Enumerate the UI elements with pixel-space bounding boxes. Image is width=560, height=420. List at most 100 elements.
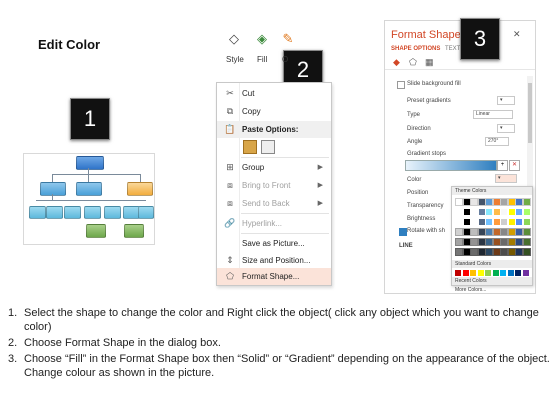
paste-keep-formatting-icon[interactable] <box>243 140 257 154</box>
scissors-icon: ✂ <box>226 88 234 98</box>
menu-item-save-as-picture[interactable]: Save as Picture... <box>217 235 331 252</box>
bring-front-icon: ⧈ <box>227 180 233 190</box>
paste-picture-icon[interactable] <box>261 140 275 154</box>
theme-color-swatch[interactable] <box>522 198 531 206</box>
menu-item-label: Save as Picture... <box>242 239 305 248</box>
brightness-label: Brightness <box>407 216 436 222</box>
org-node-level4[interactable] <box>86 224 106 238</box>
fill-line-icon[interactable]: ◆ <box>393 57 400 68</box>
org-node-level3[interactable] <box>46 206 63 219</box>
submenu-arrow-icon: ▶ <box>317 164 323 171</box>
menu-item-hyperlink[interactable]: 🔗 Hyperlink... <box>217 215 331 232</box>
rotate-with-shape-checkbox[interactable] <box>399 228 407 236</box>
menu-item-label: Send to Back <box>242 199 290 208</box>
theme-color-swatch[interactable] <box>522 238 531 246</box>
menu-item-bring-to-front[interactable]: ⧈ Bring to Front ▶ <box>217 177 331 194</box>
standard-colors-header: Standard Colors <box>452 260 532 268</box>
menu-item-copy[interactable]: ⧉ Copy <box>217 103 331 120</box>
connector-line <box>52 174 53 182</box>
instruction-step-2: 2. Choose Format Shape in the dialog box… <box>8 337 221 349</box>
type-dropdown[interactable]: Linear <box>473 110 513 119</box>
preset-gradients-dropdown[interactable]: ▾ <box>497 96 515 105</box>
ribbon-style-label[interactable]: Style <box>226 55 244 64</box>
color-label: Color <box>407 177 422 183</box>
tab-shape-options[interactable]: SHAPE OPTIONS <box>391 46 440 52</box>
line-section-header[interactable]: LINE <box>399 243 413 249</box>
menu-item-paste-options: 📋 Paste Options: <box>217 121 331 138</box>
gradient-stops-label: Gradient stops <box>407 151 447 157</box>
menu-item-label: Bring to Front <box>242 181 291 190</box>
color-picker-button[interactable]: ▾ <box>495 174 517 183</box>
step-badge-3: 3 <box>460 18 500 60</box>
connector-line <box>140 174 141 182</box>
menu-item-label: Paste Options: <box>242 125 299 134</box>
send-back-icon: ⧈ <box>227 198 233 208</box>
standard-color-swatch[interactable] <box>500 270 506 276</box>
more-colors-link[interactable]: More Colors... <box>455 287 486 293</box>
org-node-level3[interactable] <box>138 206 154 219</box>
ribbon-outline-label[interactable]: O <box>282 55 288 64</box>
standard-color-swatch[interactable] <box>515 270 521 276</box>
standard-color-swatch[interactable] <box>522 270 529 276</box>
menu-item-label: Size and Position... <box>242 256 311 265</box>
standard-color-swatch[interactable] <box>485 270 491 276</box>
hyperlink-icon: 🔗 <box>224 218 236 228</box>
menu-item-size-and-position[interactable]: ⇕ Size and Position... <box>217 252 331 269</box>
connector-line <box>36 200 146 201</box>
org-node-level3[interactable] <box>64 206 81 219</box>
connector-line <box>52 174 140 175</box>
slide-bg-fill-checkbox[interactable] <box>397 81 405 89</box>
standard-color-swatch[interactable] <box>455 270 461 276</box>
org-node-level2[interactable] <box>76 182 102 196</box>
add-stop-icon[interactable]: + <box>497 160 508 171</box>
ribbon-fill-label[interactable]: Fill <box>257 55 267 64</box>
connector-line <box>88 174 89 182</box>
standard-color-swatch[interactable] <box>492 270 499 276</box>
org-node-level3[interactable] <box>29 206 46 219</box>
slide-bg-fill-label: Slide background fill <box>407 81 461 87</box>
direction-dropdown[interactable]: ▾ <box>497 124 515 133</box>
angle-input[interactable]: 270° <box>485 137 509 146</box>
theme-color-swatch[interactable] <box>522 228 531 236</box>
org-node-level2[interactable] <box>40 182 66 196</box>
color-palette-dropdown: Theme Colors Standard Colors Recent Colo… <box>451 186 533 286</box>
org-chart-selection[interactable] <box>23 153 155 245</box>
theme-color-swatch[interactable] <box>522 248 531 256</box>
tab-text-options[interactable]: TEXT <box>445 46 460 52</box>
standard-color-swatch[interactable] <box>470 270 476 276</box>
theme-color-swatch[interactable] <box>522 208 531 216</box>
gradient-stops-bar[interactable] <box>405 160 497 171</box>
remove-stop-icon[interactable]: ✕ <box>509 160 520 171</box>
org-node-level3[interactable] <box>104 206 121 219</box>
menu-item-group[interactable]: ⊞ Group ▶ <box>217 159 331 176</box>
effects-icon[interactable]: ⬠ <box>409 57 417 68</box>
angle-label: Angle <box>407 139 423 145</box>
org-node-level2[interactable] <box>127 182 153 196</box>
menu-item-label: Format Shape... <box>242 272 300 281</box>
outline-pen-icon[interactable]: ✎ <box>278 31 298 49</box>
pane-scrollbar[interactable] <box>528 83 532 143</box>
format-shape-pane: Format Shape ✕ SHAPE OPTIONS TEXT ◆ ⬠ ▦ … <box>384 20 536 294</box>
position-label: Position <box>407 190 429 196</box>
size-properties-icon[interactable]: ▦ <box>425 57 434 68</box>
shape-style-icon[interactable]: ◇ <box>224 31 244 49</box>
menu-item-format-shape[interactable]: ⬠ Format Shape... <box>217 268 331 285</box>
preset-gradients-label: Preset gradients <box>407 98 451 104</box>
pane-title: Format Shape <box>391 29 461 41</box>
menu-item-send-to-back[interactable]: ⧈ Send to Back ▶ <box>217 195 331 212</box>
menu-item-label: Copy <box>242 107 261 116</box>
recent-colors-header: Recent Colors <box>452 277 532 285</box>
instruction-step-1: 1. Select the shape to change the color … <box>8 307 539 333</box>
standard-color-swatch[interactable] <box>507 270 514 276</box>
org-node-level3[interactable] <box>84 206 101 219</box>
standard-color-swatch[interactable] <box>477 270 484 276</box>
org-node-level4[interactable] <box>124 224 144 238</box>
menu-item-cut[interactable]: ✂ Cut <box>217 85 331 102</box>
org-node-root[interactable] <box>76 156 104 170</box>
fill-bucket-icon[interactable]: ◈ <box>252 31 272 49</box>
copy-icon: ⧉ <box>226 106 234 116</box>
close-icon[interactable]: ✕ <box>513 29 521 40</box>
theme-colors-header: Theme Colors <box>452 187 532 195</box>
theme-color-swatch[interactable] <box>522 218 531 226</box>
standard-color-swatch[interactable] <box>462 270 469 276</box>
